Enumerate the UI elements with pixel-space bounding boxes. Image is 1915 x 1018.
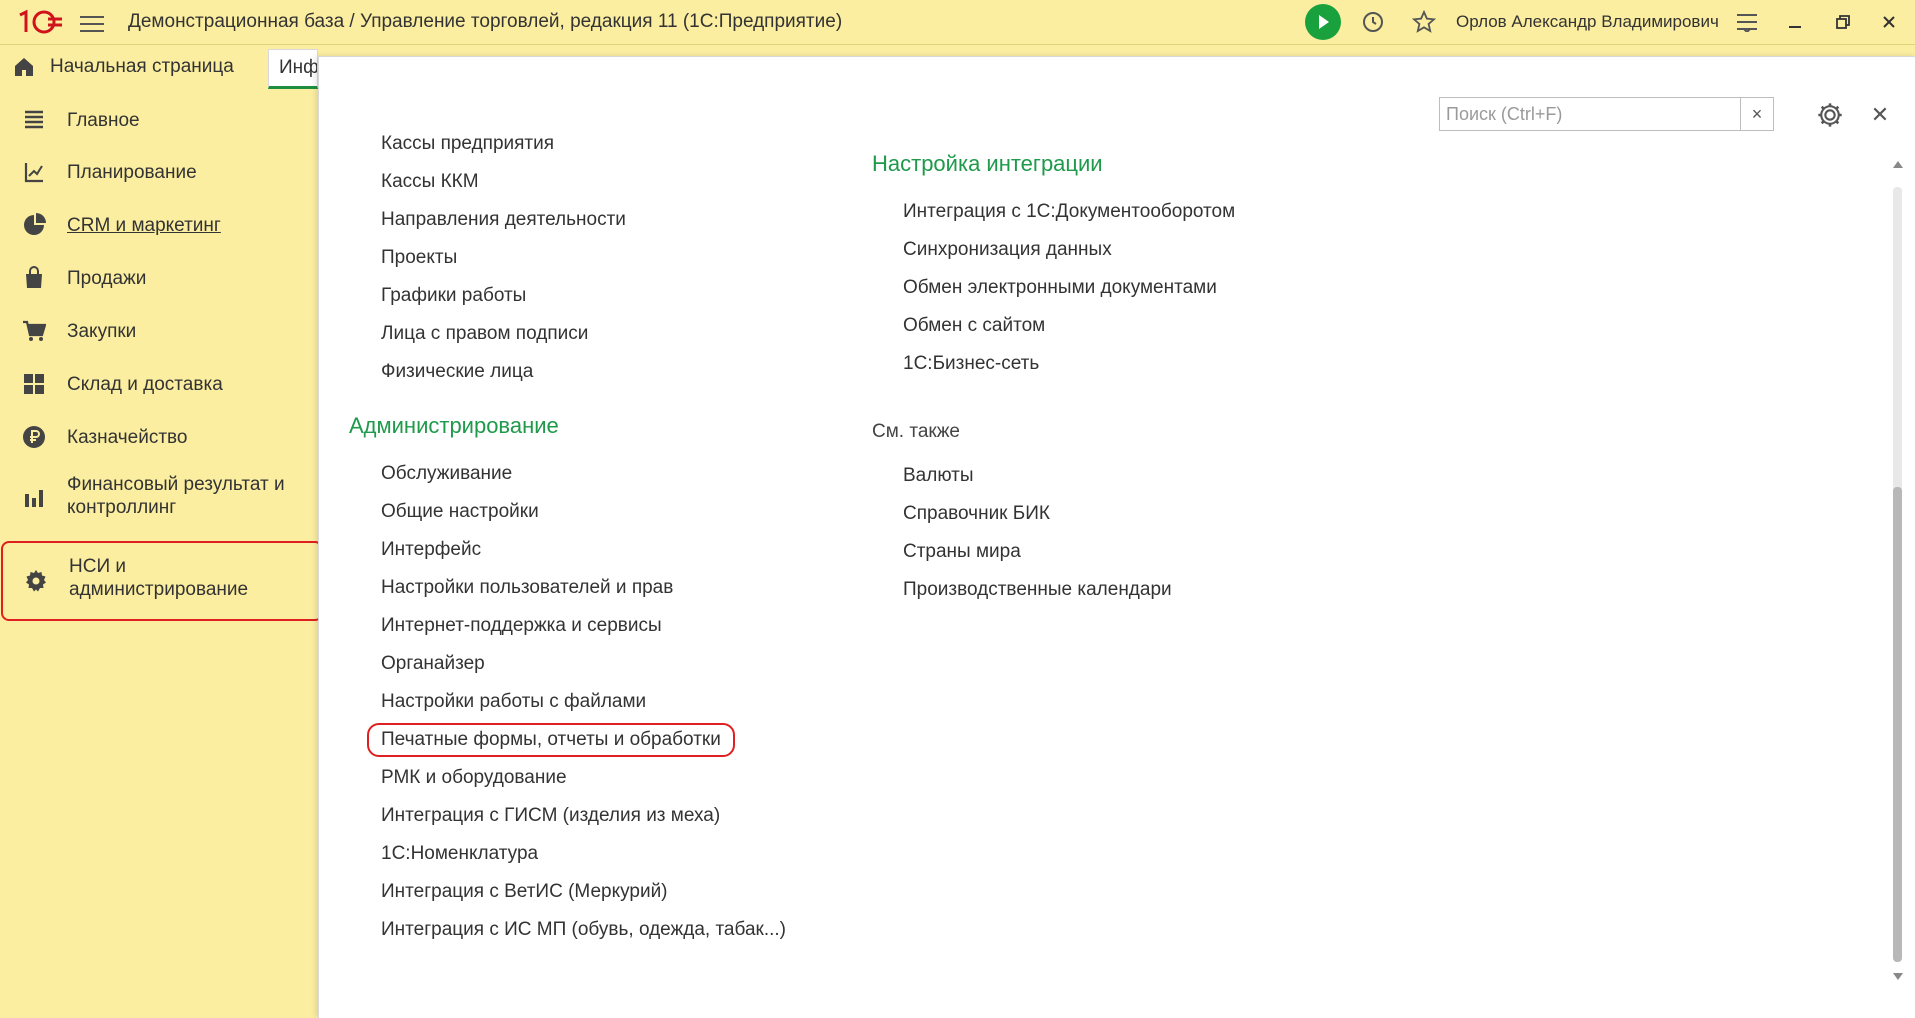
scrollbar-thumb[interactable] [1893,487,1902,962]
close-window-icon[interactable] [1874,6,1904,38]
search-clear-button[interactable]: × [1740,98,1773,130]
sidebar-item-main[interactable]: Главное [0,92,318,145]
minimize-icon[interactable] [1780,6,1810,38]
tab-active[interactable]: Инф [268,49,318,89]
tabs-row: Начальная страница Инф [0,45,320,89]
app-title: Демонстрационная база / Управление торго… [128,11,843,32]
link-item[interactable]: 1С:Бизнес-сеть [903,353,1039,375]
tab-active-label: Инф [279,57,318,78]
section-title-integration: Настройка интеграции [872,151,1103,176]
1c-logo-icon [19,9,62,34]
link-item[interactable]: Интеграция с ИС МП (обувь, одежда, табак… [381,919,786,941]
sidebar-item-nsi-admin[interactable]: НСИ и администрирование [1,541,323,621]
link-item[interactable]: Производственные календари [903,579,1172,601]
settings-menu-icon[interactable] [1730,6,1764,38]
search-box: × [1439,97,1774,131]
link-item[interactable]: Справочник БИК [903,503,1050,525]
user-name[interactable]: Орлов Александр Владимирович [1456,12,1719,32]
tab-home[interactable]: Начальная страница [0,45,265,89]
sidebar-item-label: Казначейство [67,427,188,448]
link-item[interactable]: Настройки пользователей и прав [381,577,673,599]
link-item[interactable]: Синхронизация данных [903,239,1112,261]
link-item[interactable]: Обслуживание [381,463,512,485]
link-item[interactable]: Проекты [381,247,457,269]
sidebar-item-crm[interactable]: CRM и маркетинг [0,198,318,251]
link-item[interactable]: 1С:Номенклатура [381,843,538,865]
sidebar-item-warehouse[interactable]: Склад и доставка [0,357,318,410]
planning-icon [24,163,43,183]
link-item[interactable]: Графики работы [381,285,526,307]
tab-home-label: Начальная страница [50,56,234,77]
link-item[interactable]: Кассы предприятия [381,133,554,155]
sidebar-item-label: Планирование [67,162,197,183]
bag-icon [26,266,42,288]
gear-icon [26,570,46,592]
sidebar-item-label: Финансовый результат и контроллинг [67,474,285,518]
sidebar-item-label: Продажи [67,268,147,289]
pie-chart-icon [24,213,46,235]
sidebar-item-sales[interactable]: Продажи [0,251,318,304]
link-item[interactable]: Интеграция с ГИСМ (изделия из меха) [381,805,720,827]
settings-gear-icon[interactable] [1816,101,1844,129]
history-icon[interactable] [1357,6,1389,38]
home-icon [15,58,33,76]
link-item[interactable]: Органайзер [381,653,485,675]
cart-icon [23,320,46,341]
star-icon[interactable] [1408,6,1440,38]
sidebar-item-label: Закупки [67,321,137,342]
link-item[interactable]: Лица с правом подписи [381,323,588,345]
main-menu-icon[interactable] [80,13,104,32]
scroll-down-icon[interactable] [1893,973,1903,980]
link-item[interactable]: Обмен с сайтом [903,315,1045,337]
sidebar-item-label: Главное [67,110,140,131]
sidebar-item-label: CRM и маркетинг [67,215,221,236]
function-panel: × ✕ Кассы предприятия Кассы ККМ Направле… [318,56,1915,1018]
play-icon[interactable] [1305,4,1341,40]
sidebar-item-label: НСИ и администрирование [69,556,249,600]
warehouse-icon [24,374,44,394]
link-item[interactable]: Интернет-поддержка и сервисы [381,615,662,637]
section-title-admin: Администрирование [349,413,559,438]
sidebar: Главное Планирование CRM и маркетинг Про… [0,92,323,621]
title-bar: Демонстрационная база / Управление торго… [0,0,1915,45]
sidebar-item-finance[interactable]: Финансовый результат и контроллинг [0,463,318,541]
link-item[interactable]: Интеграция с ВетИС (Меркурий) [381,881,668,903]
close-panel-icon[interactable]: ✕ [1866,101,1894,129]
see-also-title: См. также [872,421,960,442]
link-print-forms-highlighted[interactable]: Печатные формы, отчеты и обработки [367,723,735,757]
search-input[interactable] [1440,98,1738,130]
link-item[interactable]: Обмен электронными документами [903,277,1217,299]
bar-chart-icon [25,490,43,507]
link-item[interactable]: Страны мира [903,541,1021,563]
link-item[interactable]: Общие настройки [381,501,539,523]
sidebar-item-purchases[interactable]: Закупки [0,304,318,357]
link-item[interactable]: Настройки работы с файлами [381,691,646,713]
link-item[interactable]: РМК и оборудование [381,767,567,789]
ruble-icon [23,426,45,448]
restore-icon[interactable] [1828,6,1858,38]
sidebar-item-label: Склад и доставка [67,374,223,395]
sidebar-item-treasury[interactable]: Казначейство [0,410,318,463]
link-item[interactable]: Интеграция с 1С:Документооборотом [903,201,1235,223]
sidebar-item-planning[interactable]: Планирование [0,145,318,198]
link-item[interactable]: Интерфейс [381,539,481,561]
link-item[interactable]: Физические лица [381,361,533,383]
list-icon [25,110,43,129]
link-item[interactable]: Валюты [903,465,974,487]
scroll-up-icon[interactable] [1893,161,1903,168]
link-item[interactable]: Направления деятельности [381,209,626,231]
link-item[interactable]: Кассы ККМ [381,171,479,193]
